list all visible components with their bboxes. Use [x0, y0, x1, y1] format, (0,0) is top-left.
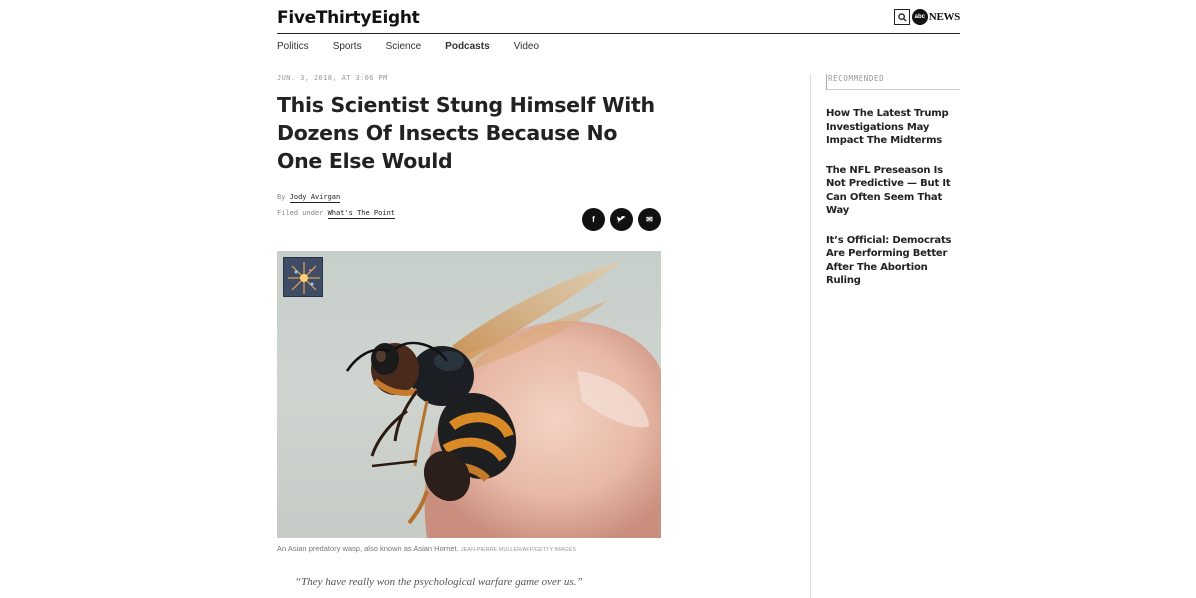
podcast-badge[interactable] [283, 257, 323, 297]
filed-prefix: Filed under [277, 209, 324, 217]
image-caption: An Asian predatory wasp, also known as A… [277, 544, 576, 553]
main-nav: Politics Sports Science Podcasts Video [277, 41, 563, 52]
hornet-photo [345, 261, 661, 538]
email-icon: ✉ [646, 215, 653, 224]
twitter-share-button[interactable] [610, 208, 633, 231]
byline: By Jody Avirgan [277, 193, 661, 203]
author-link[interactable]: Jody Avirgan [289, 193, 341, 203]
facebook-icon: f [592, 215, 595, 224]
pull-quote: “They have really won the psychological … [295, 576, 583, 588]
recommended-rail: RECOMMENDED How The Latest Trump Investi… [826, 74, 960, 288]
search-icon [897, 12, 907, 22]
filed-topic-link[interactable]: What's The Point [327, 209, 396, 219]
image-credit: JEAN-PIERRE MULLER/AFP/GETTY IMAGES [460, 547, 576, 553]
nav-item-science[interactable]: Science [386, 41, 422, 52]
share-buttons: f ✉ [582, 208, 661, 231]
abc-news-logo[interactable]: abc NEWS [911, 9, 961, 25]
site-header: FiveThirtyEight abc NEWS [277, 6, 960, 34]
hero-image [277, 251, 661, 538]
recommended-item[interactable]: It’s Official: Democrats Are Performing … [826, 234, 960, 288]
facebook-share-button[interactable]: f [582, 208, 605, 231]
article: JUN. 3, 2018, AT 3:06 PM This Scientist … [277, 74, 661, 588]
sparkle-icon [288, 262, 320, 294]
caption-text: An Asian predatory wasp, also known as A… [277, 544, 459, 553]
nav-item-politics[interactable]: Politics [277, 41, 309, 52]
abc-badge: abc [911, 9, 928, 25]
byline-prefix: By [277, 193, 286, 201]
rail-title: RECOMMENDED [826, 74, 960, 90]
site-logo[interactable]: FiveThirtyEight [277, 8, 420, 28]
email-share-button[interactable]: ✉ [638, 208, 661, 231]
twitter-icon [617, 215, 626, 223]
nav-item-sports[interactable]: Sports [333, 41, 362, 52]
recommended-item[interactable]: The NFL Preseason Is Not Predictive — Bu… [826, 164, 960, 218]
recommended-item[interactable]: How The Latest Trump Investigations May … [826, 107, 960, 148]
article-dateline: JUN. 3, 2018, AT 3:06 PM [277, 74, 388, 82]
abc-news-text: NEWS [928, 11, 961, 23]
nav-item-podcasts[interactable]: Podcasts [445, 41, 489, 52]
search-button[interactable] [894, 9, 910, 25]
nav-item-video[interactable]: Video [514, 41, 539, 52]
column-divider [810, 74, 811, 598]
article-headline: This Scientist Stung Himself With Dozens… [277, 93, 655, 173]
